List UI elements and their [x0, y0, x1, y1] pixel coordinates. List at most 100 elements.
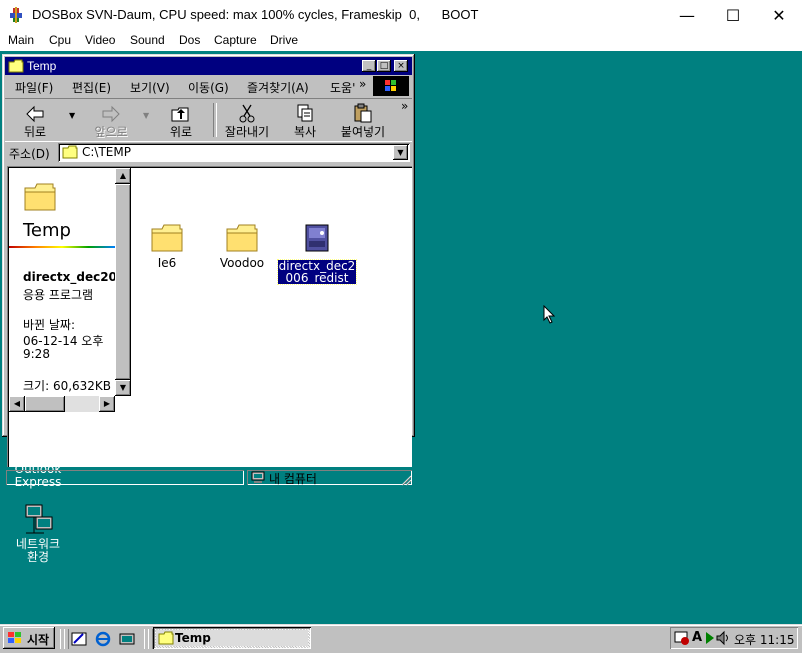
installer-icon	[305, 224, 329, 252]
desktop-icon-label: 네트워크	[15, 537, 61, 551]
scissors-icon	[239, 104, 255, 123]
menu-chevron[interactable]: »	[359, 77, 366, 91]
folder-icon	[24, 183, 56, 211]
start-button[interactable]: 시작	[3, 627, 55, 649]
back-button[interactable]: 뒤로	[7, 101, 63, 139]
host-window-title: DOSBox SVN-Daum, CPU speed: max 100% cyc…	[32, 7, 479, 22]
system-tray: A 오후 11:15	[670, 627, 798, 649]
menu-cpu[interactable]: Cpu	[49, 33, 71, 47]
clock[interactable]: 오후 11:15	[734, 631, 794, 648]
cut-button[interactable]: 잘라내기	[219, 101, 275, 139]
taskbar: 시작 Temp A 오후 11:15	[0, 624, 802, 653]
menu-file[interactable]: 파일(F)	[15, 79, 53, 96]
explorer-window: Temp _ □ × 파일(F) 편집(E) 보기(V) 이동(G) 즐겨찾기(…	[2, 54, 415, 486]
resize-grip-icon[interactable]	[400, 474, 412, 486]
explorer-titlebar[interactable]: Temp _ □ ×	[5, 57, 412, 75]
status-bar: 내 컴퓨터	[5, 468, 412, 486]
scroll-left-button[interactable]: ◀	[9, 396, 25, 412]
chevron-left-icon: ◀	[13, 399, 21, 408]
menu-favorites[interactable]: 즐겨찾기(A)	[247, 79, 309, 96]
menu-go[interactable]: 이동(G)	[188, 79, 229, 96]
explorer-minimize-button[interactable]: _	[362, 60, 376, 72]
folder-icon	[226, 224, 258, 252]
menu-view[interactable]: 보기(V)	[130, 79, 170, 96]
quick-launch-ie-icon[interactable]	[94, 630, 112, 648]
explorer-maximize-button[interactable]: □	[377, 60, 391, 72]
tray-ime-icon[interactable]: A	[692, 630, 702, 645]
info-divider	[9, 246, 115, 248]
cut-label: 잘라내기	[224, 125, 270, 139]
scroll-thumb[interactable]	[25, 396, 65, 412]
folder-icon	[151, 224, 183, 252]
info-modified-time: 9:28	[23, 347, 50, 361]
windows-logo-icon	[8, 632, 21, 643]
task-label: Temp	[175, 631, 211, 645]
address-bar: 주소(D) C:\TEMP ▼	[5, 142, 412, 164]
info-file-type: 응용 프로그램	[23, 288, 94, 302]
dosbox-app-icon	[10, 7, 22, 23]
close-icon: ✕	[772, 6, 786, 25]
menu-edit[interactable]: 편집(E)	[72, 79, 111, 96]
taskbar-task-temp[interactable]: Temp	[153, 627, 311, 649]
explorer-close-button[interactable]: ×	[394, 60, 408, 72]
windows-logo-icon	[373, 76, 409, 96]
forward-button[interactable]: 앞으로	[83, 101, 139, 139]
menu-dos[interactable]: Dos	[179, 33, 200, 47]
file-item-voodoo[interactable]: Voodoo	[202, 224, 282, 270]
desktop-icon-label: 환경	[26, 550, 50, 564]
address-input[interactable]: C:\TEMP ▼	[58, 143, 410, 162]
chevron-right-icon: ▶	[103, 399, 111, 408]
paste-label: 붙여넣기	[340, 125, 386, 139]
menu-capture[interactable]: Capture	[214, 33, 257, 47]
maximize-icon: ☐	[725, 6, 741, 25]
up-folder-icon	[171, 107, 189, 122]
explorer-window-title: Temp	[27, 59, 57, 73]
desktop-icon-network-neighborhood[interactable]: 네트워크 환경	[0, 503, 76, 564]
quick-launch-show-desktop-icon[interactable]	[118, 630, 136, 648]
toolbar-chevron[interactable]: »	[401, 99, 408, 113]
scroll-up-button[interactable]: ▲	[115, 168, 131, 184]
back-dropdown-icon[interactable]: ▼	[69, 111, 75, 120]
info-horizontal-scrollbar[interactable]: ◀ ▶	[9, 396, 115, 412]
quick-launch-outlook-icon[interactable]	[70, 630, 88, 648]
minimize-button[interactable]: —	[664, 0, 710, 31]
folder-icon	[158, 631, 174, 645]
scroll-right-button[interactable]: ▶	[99, 396, 115, 412]
info-modified-label: 바뀐 날짜:	[23, 318, 76, 332]
paste-button[interactable]: 붙여넣기	[335, 101, 391, 139]
menu-help[interactable]: 도움'	[330, 79, 355, 96]
close-button[interactable]: ✕	[756, 0, 802, 31]
up-label: 위로	[169, 125, 193, 139]
forward-dropdown-icon[interactable]: ▼	[143, 111, 149, 120]
my-computer-icon	[251, 471, 265, 483]
file-item-ie6[interactable]: Ie6	[127, 224, 207, 270]
copy-button[interactable]: 복사	[277, 101, 333, 139]
info-vertical-scrollbar[interactable]: ▲ ▼	[115, 168, 131, 396]
file-label: directx_dec2 006_redist	[276, 259, 358, 285]
folder-icon	[8, 59, 24, 73]
folder-content-area[interactable]: Temp directx_dec20 응용 프로그램 바뀐 날짜: 06-12-…	[7, 166, 412, 467]
up-button[interactable]: 위로	[153, 101, 209, 139]
menu-drive[interactable]: Drive	[270, 33, 298, 47]
host-titlebar: DOSBox SVN-Daum, CPU speed: max 100% cyc…	[0, 0, 802, 32]
folder-icon	[62, 145, 78, 159]
scroll-thumb[interactable]	[115, 184, 131, 380]
menu-main[interactable]: Main	[8, 33, 34, 47]
menu-sound[interactable]: Sound	[130, 33, 165, 47]
menu-video[interactable]: Video	[85, 33, 115, 47]
tray-keyboard-icon[interactable]	[674, 630, 690, 646]
tray-ime-mode-icon[interactable]	[704, 630, 716, 646]
forward-label: 앞으로	[94, 125, 128, 139]
scroll-down-button[interactable]: ▼	[115, 380, 131, 396]
file-item-directx-redist[interactable]: directx_dec2 006_redist	[276, 223, 358, 285]
network-neighborhood-icon	[25, 504, 53, 534]
minimize-icon: —	[679, 6, 695, 25]
back-label: 뒤로	[23, 125, 47, 139]
forward-arrow-icon	[102, 105, 120, 123]
address-value: C:\TEMP	[82, 145, 131, 159]
maximize-button[interactable]: ☐	[710, 0, 756, 31]
info-file-size: 크기: 60,632KB	[23, 379, 112, 393]
address-dropdown-button[interactable]: ▼	[393, 145, 408, 160]
toolbar-separator	[213, 103, 217, 137]
volume-icon[interactable]	[716, 630, 730, 646]
